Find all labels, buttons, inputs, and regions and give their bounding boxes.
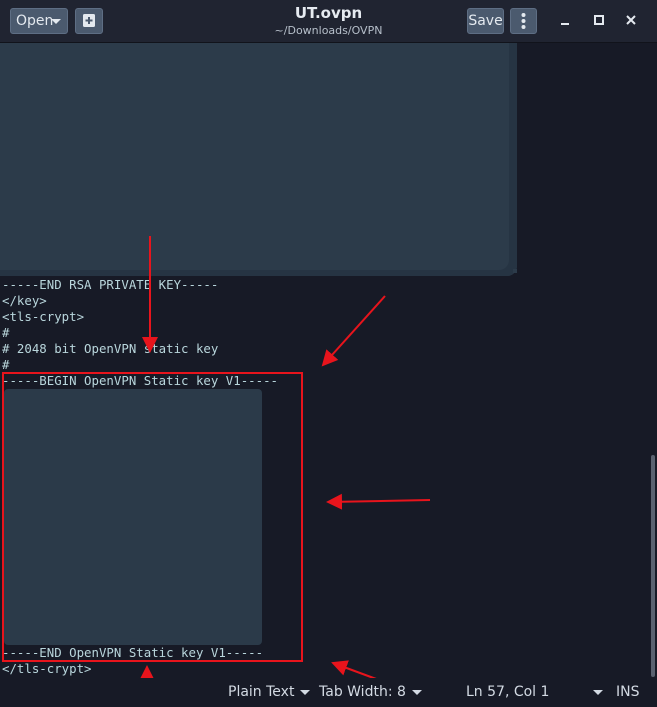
window-subtitle: ~/Downloads/OVPN bbox=[274, 24, 383, 37]
title-area: UT.ovpn ~/Downloads/OVPN bbox=[200, 5, 457, 38]
redaction-fragment bbox=[513, 269, 517, 273]
cursor-position-selector[interactable]: Ln 57, Col 1 bbox=[466, 682, 604, 702]
header-bar: Open UT.ovpn ~/Downloads/OVPN Save bbox=[0, 0, 657, 43]
chevron-down-icon bbox=[300, 689, 311, 695]
menu-button[interactable] bbox=[510, 8, 537, 34]
code-line: # bbox=[2, 357, 10, 372]
code-line: <tls-crypt> bbox=[2, 309, 85, 324]
close-icon[interactable] bbox=[622, 11, 640, 29]
minimize-icon[interactable] bbox=[556, 11, 574, 29]
maximize-icon[interactable] bbox=[590, 11, 608, 29]
chevron-down-icon bbox=[593, 689, 604, 695]
kebab-menu-icon bbox=[521, 13, 526, 29]
open-button-label: Open bbox=[16, 13, 54, 29]
insert-mode-indicator[interactable]: INS bbox=[616, 682, 640, 702]
code-line: # bbox=[2, 325, 10, 340]
window-title: UT.ovpn bbox=[294, 4, 363, 22]
status-bar: Plain Text Tab Width: 8 Ln 57, Col 1 INS bbox=[0, 678, 657, 707]
new-document-icon bbox=[83, 14, 95, 27]
redacted-private-key-block bbox=[0, 43, 517, 276]
annotation-highlight-box bbox=[2, 372, 303, 662]
language-selector[interactable]: Plain Text bbox=[228, 682, 311, 702]
vertical-scrollbar[interactable] bbox=[651, 455, 655, 677]
text-editor[interactable]: -----END RSA PRIVATE KEY----- </key> <tl… bbox=[0, 43, 651, 678]
chevron-down-icon bbox=[51, 19, 61, 24]
cursor-position-label: Ln 57, Col 1 bbox=[466, 684, 550, 700]
language-label: Plain Text bbox=[228, 684, 295, 700]
code-line: # 2048 bit OpenVPN static key bbox=[2, 341, 219, 356]
save-button[interactable]: Save bbox=[467, 8, 504, 34]
code-line: -----END RSA PRIVATE KEY----- bbox=[2, 277, 219, 292]
open-button[interactable]: Open bbox=[10, 8, 68, 34]
code-line: </key> bbox=[2, 293, 47, 308]
tab-width-selector[interactable]: Tab Width: 8 bbox=[319, 682, 422, 702]
new-document-button[interactable] bbox=[75, 8, 103, 34]
chevron-down-icon bbox=[411, 689, 422, 695]
tab-width-label: Tab Width: 8 bbox=[319, 684, 406, 700]
code-line: </tls-crypt> bbox=[2, 661, 92, 676]
